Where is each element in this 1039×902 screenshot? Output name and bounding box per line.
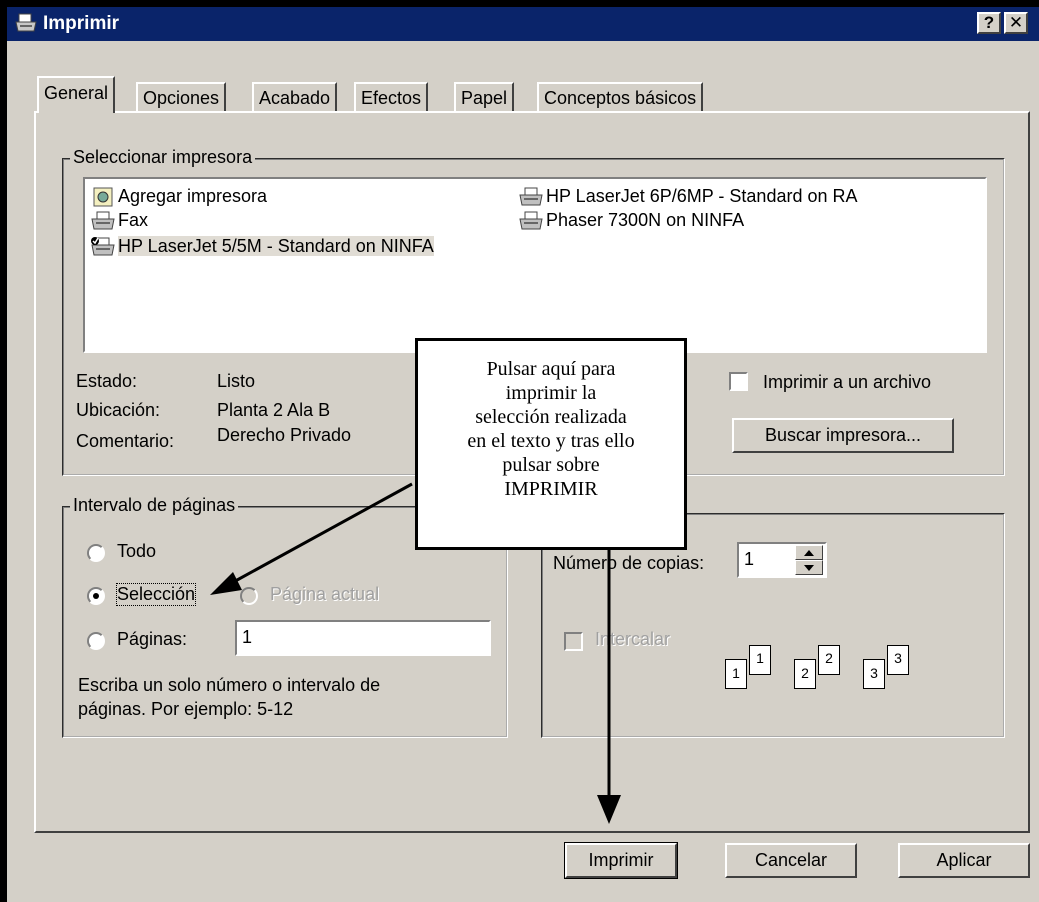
tab-efectos[interactable]: Efectos	[354, 82, 429, 112]
status-value: Listo	[217, 371, 256, 391]
pages-input[interactable]: 1	[235, 620, 491, 656]
page-icon: 1	[725, 659, 747, 689]
find-printer-button[interactable]: Buscar impresora...	[732, 418, 954, 453]
printer-label: Agregar impresora	[118, 186, 268, 206]
page-number: 2	[825, 650, 833, 666]
print-to-file-checkbox[interactable]	[729, 372, 748, 391]
page-icon: 2	[794, 659, 816, 689]
radio-all[interactable]	[87, 544, 105, 562]
page-range-help-line1: Escriba un solo número o intervalo de	[78, 675, 381, 695]
window-title: Imprimir	[43, 13, 120, 34]
printer-title-icon	[15, 13, 37, 32]
radio-current-page	[240, 587, 258, 605]
location-value: Planta 2 Ala B	[217, 400, 331, 420]
radio-selection-label[interactable]: Selección	[115, 583, 197, 606]
printer-icon	[519, 211, 543, 230]
title-bar[interactable]: Imprimir ? ✕	[7, 7, 1039, 41]
close-button[interactable]: ✕	[1004, 12, 1028, 34]
tab-acabado[interactable]: Acabado	[252, 82, 338, 112]
callout-line: IMPRIMIR	[504, 478, 598, 500]
printer-item-fax[interactable]: Fax	[90, 209, 148, 232]
tab-opciones[interactable]: Opciones	[136, 82, 227, 112]
location-label: Ubicación:	[76, 400, 161, 420]
radio-pages[interactable]	[87, 632, 105, 650]
add-printer-icon	[93, 187, 113, 207]
apply-button[interactable]: Aplicar	[898, 843, 1030, 878]
status-label: Estado:	[76, 371, 138, 391]
collate-checkbox	[564, 632, 583, 651]
print-to-file-label: Imprimir a un archivo	[763, 372, 932, 392]
printer-label: HP LaserJet 6P/6MP - Standard on RA	[546, 186, 858, 206]
collate-label: Intercalar	[595, 629, 671, 649]
default-printer-icon	[91, 237, 115, 256]
radio-selection[interactable]	[87, 587, 105, 605]
callout-line: Pulsar aquí para	[486, 358, 616, 380]
page-icon: 3	[863, 659, 885, 689]
tab-papel[interactable]: Papel	[454, 82, 515, 112]
printer-list[interactable]: Agregar impresora Fax HP LaserJet 5/5M -…	[83, 177, 987, 353]
callout-line: selección realizada	[475, 406, 627, 428]
printer-item-hp5[interactable]: HP LaserJet 5/5M - Standard on NINFA	[90, 235, 434, 258]
radio-pages-label[interactable]: Páginas:	[117, 629, 187, 650]
spin-down-icon[interactable]	[795, 560, 823, 575]
printer-label: HP LaserJet 5/5M - Standard on NINFA	[118, 236, 434, 256]
tab-conceptos-basicos[interactable]: Conceptos básicos	[537, 82, 704, 112]
printer-icon	[91, 211, 115, 230]
printer-label: Fax	[118, 210, 149, 230]
radio-all-label[interactable]: Todo	[117, 541, 156, 562]
printer-item-phaser[interactable]: Phaser 7300N on NINFA	[518, 209, 744, 232]
callout-line: pulsar sobre	[502, 454, 600, 476]
printer-item-add[interactable]: Agregar impresora	[90, 185, 267, 208]
callout-line: en el texto y tras ello	[467, 430, 635, 452]
spin-up-icon[interactable]	[795, 545, 823, 560]
page-range-legend: Intervalo de páginas	[70, 495, 239, 516]
page-number: 1	[756, 650, 764, 666]
cancel-button[interactable]: Cancelar	[725, 843, 857, 878]
printer-item-hp6[interactable]: HP LaserJet 6P/6MP - Standard on RA	[518, 185, 858, 208]
help-button[interactable]: ?	[977, 12, 1001, 34]
printer-label: Phaser 7300N on NINFA	[546, 210, 745, 230]
comment-label: Comentario:	[76, 431, 175, 451]
page-range-help-line2: páginas. Por ejemplo: 5-12	[78, 699, 294, 719]
annotation-callout: Pulsar aquí para imprimir la selección r…	[415, 338, 687, 550]
page-number: 3	[894, 650, 902, 666]
tab-general[interactable]: General	[37, 76, 116, 113]
printer-icon	[519, 187, 543, 206]
copies-label: Número de copias:	[553, 553, 705, 573]
comment-value: Derecho Privado	[217, 425, 352, 445]
callout-line: imprimir la	[505, 382, 597, 404]
radio-current-page-label: Página actual	[270, 584, 380, 604]
copies-spinner[interactable]	[795, 545, 823, 575]
select-printer-legend: Seleccionar impresora	[70, 147, 256, 168]
print-button[interactable]: Imprimir	[564, 842, 678, 879]
